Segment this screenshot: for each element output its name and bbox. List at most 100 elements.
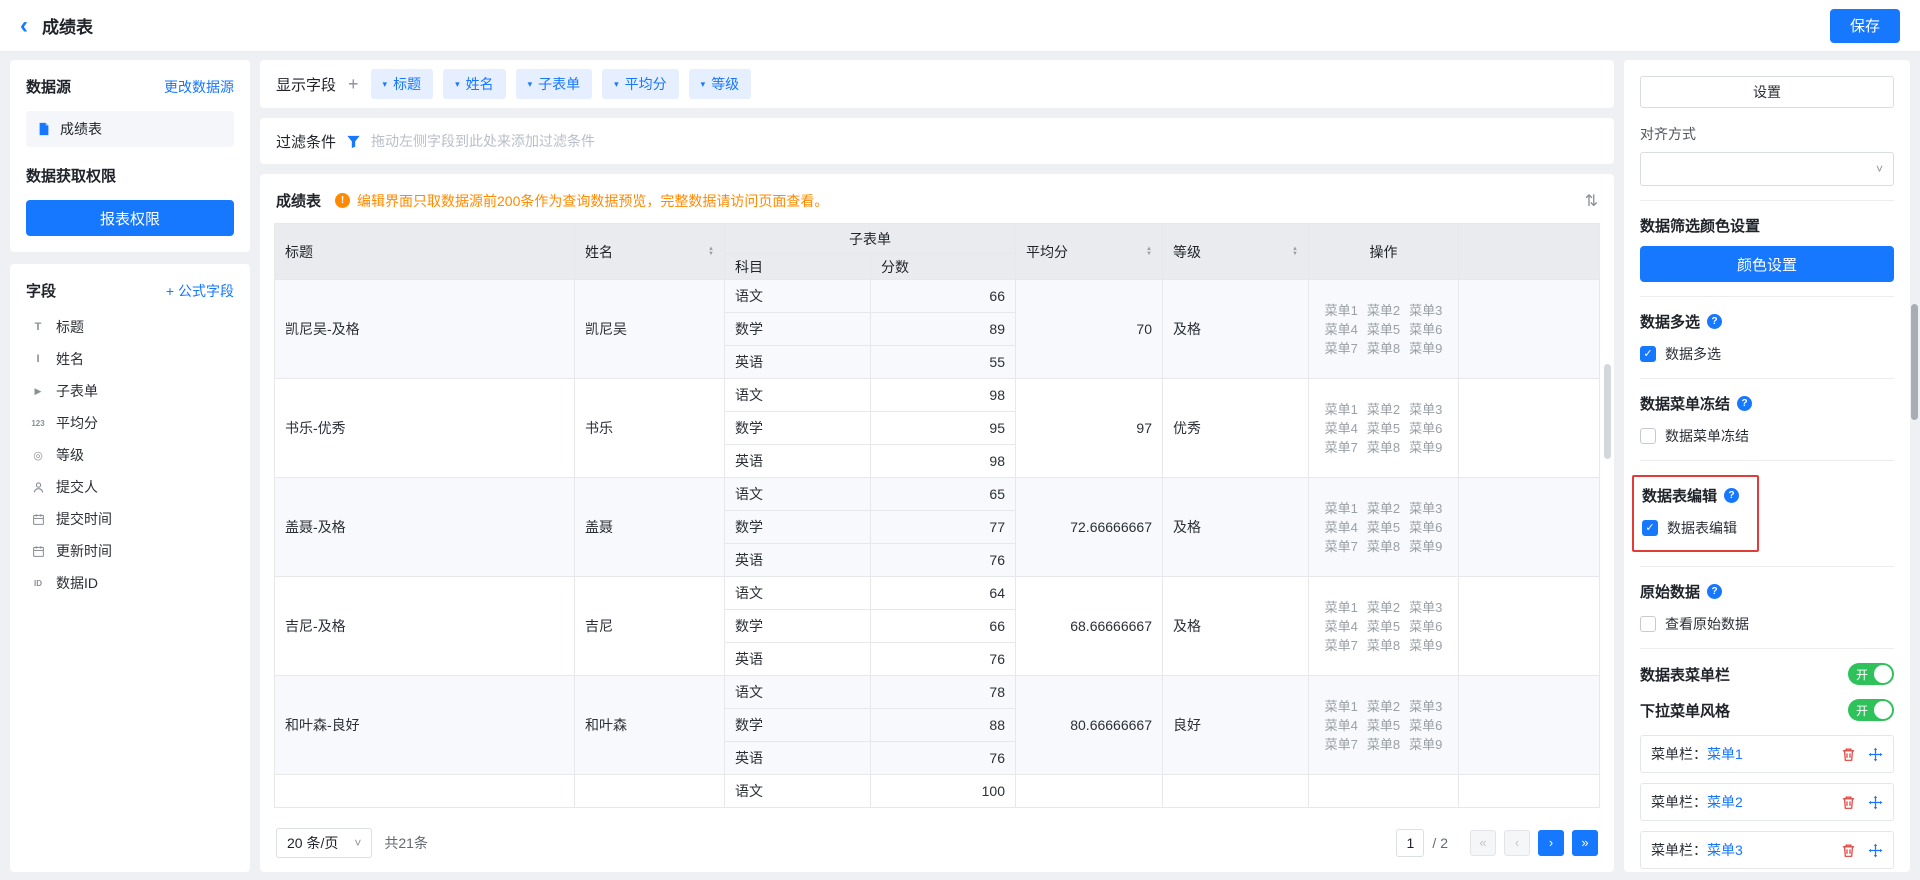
row-action-menu[interactable]: 菜单6: [1409, 518, 1442, 537]
row-action-menu[interactable]: 菜单7: [1325, 339, 1358, 358]
row-action-menu[interactable]: 菜单5: [1367, 716, 1400, 735]
trash-icon[interactable]: [1841, 747, 1856, 762]
panel-scrollbar[interactable]: [1911, 304, 1918, 420]
help-icon[interactable]: ?: [1737, 396, 1752, 411]
settings-button[interactable]: 设置: [1640, 76, 1894, 108]
sort-icon[interactable]: ▲▼: [1292, 247, 1298, 257]
datasource-item[interactable]: 成绩表: [26, 111, 234, 147]
checkbox-unchecked[interactable]: [1640, 428, 1656, 444]
checkbox-unchecked[interactable]: [1640, 616, 1656, 632]
row-action-menu[interactable]: 菜单2: [1367, 499, 1400, 518]
row-action-menu[interactable]: 菜单8: [1367, 636, 1400, 655]
display-field-tag[interactable]: ▾子表单: [516, 69, 593, 99]
row-action-menu[interactable]: 菜单2: [1367, 697, 1400, 716]
menu-freeze-checkbox-row[interactable]: 数据菜单冻结: [1640, 426, 1894, 446]
table-edit-checkbox-row[interactable]: ✓ 数据表编辑: [1642, 518, 1739, 538]
row-action-menu[interactable]: 菜单1: [1325, 598, 1358, 617]
filter-icon[interactable]: [346, 134, 361, 149]
row-action-menu[interactable]: 菜单1: [1325, 301, 1358, 320]
field-item[interactable]: T标题: [26, 311, 234, 343]
field-item[interactable]: I姓名: [26, 343, 234, 375]
row-action-menu[interactable]: 菜单9: [1409, 438, 1442, 457]
field-item[interactable]: ID数据ID: [26, 567, 234, 599]
move-icon[interactable]: [1868, 795, 1883, 810]
row-action-menu[interactable]: 菜单9: [1409, 735, 1442, 754]
row-action-menu[interactable]: 菜单3: [1409, 301, 1442, 320]
add-display-field-icon[interactable]: +: [348, 74, 359, 95]
add-formula-field-link[interactable]: + 公式字段: [166, 281, 234, 301]
row-action-menu[interactable]: 菜单3: [1409, 697, 1442, 716]
back-icon[interactable]: ‹: [20, 14, 28, 38]
trash-icon[interactable]: [1841, 795, 1856, 810]
first-page-button[interactable]: «: [1470, 830, 1496, 856]
row-action-menu[interactable]: 菜单2: [1367, 301, 1400, 320]
row-action-menu[interactable]: 菜单5: [1367, 419, 1400, 438]
row-action-menu[interactable]: 菜单9: [1409, 636, 1442, 655]
current-page-input[interactable]: 1: [1396, 829, 1424, 857]
display-field-tag[interactable]: ▾等级: [689, 69, 752, 99]
row-action-menu[interactable]: 菜单4: [1325, 518, 1358, 537]
row-action-menu[interactable]: 菜单7: [1325, 537, 1358, 556]
raw-data-checkbox-row[interactable]: 查看原始数据: [1640, 614, 1894, 634]
menu-item-link[interactable]: 菜单3: [1707, 840, 1743, 860]
filter-bar[interactable]: 过滤条件 拖动左侧字段到此处来添加过滤条件: [260, 118, 1614, 164]
sort-order-icon[interactable]: ⇅: [1585, 191, 1598, 211]
help-icon[interactable]: ?: [1707, 584, 1722, 599]
move-icon[interactable]: [1868, 843, 1883, 858]
change-datasource-link[interactable]: 更改数据源: [164, 77, 234, 97]
display-field-tag[interactable]: ▾标题: [371, 69, 434, 99]
row-action-menu[interactable]: 菜单4: [1325, 320, 1358, 339]
menu-item-link[interactable]: 菜单2: [1707, 792, 1743, 812]
save-button[interactable]: 保存: [1830, 9, 1900, 43]
row-action-menu[interactable]: 菜单8: [1367, 735, 1400, 754]
row-action-menu[interactable]: 菜单9: [1409, 537, 1442, 556]
row-action-menu[interactable]: 菜单4: [1325, 617, 1358, 636]
align-select[interactable]: ˅: [1640, 152, 1894, 186]
row-action-menu[interactable]: 菜单9: [1409, 339, 1442, 358]
field-item[interactable]: 123平均分: [26, 407, 234, 439]
sort-icon[interactable]: ▲▼: [708, 247, 714, 257]
field-item[interactable]: ◎等级: [26, 439, 234, 471]
row-action-menu[interactable]: 菜单8: [1367, 537, 1400, 556]
sort-icon[interactable]: ▲▼: [1146, 247, 1152, 257]
row-action-menu[interactable]: 菜单2: [1367, 400, 1400, 419]
next-page-button[interactable]: ›: [1538, 830, 1564, 856]
last-page-button[interactable]: »: [1572, 830, 1598, 856]
column-header-grade[interactable]: 等级▲▼: [1163, 224, 1309, 280]
row-action-menu[interactable]: 菜单3: [1409, 598, 1442, 617]
field-item[interactable]: 更新时间: [26, 535, 234, 567]
row-action-menu[interactable]: 菜单5: [1367, 518, 1400, 537]
row-action-menu[interactable]: 菜单5: [1367, 320, 1400, 339]
row-action-menu[interactable]: 菜单3: [1409, 400, 1442, 419]
row-action-menu[interactable]: 菜单7: [1325, 438, 1358, 457]
table-scrollbar[interactable]: [1604, 364, 1611, 459]
row-action-menu[interactable]: 菜单6: [1409, 419, 1442, 438]
menu-item-link[interactable]: 菜单1: [1707, 744, 1743, 764]
toggle-on[interactable]: 开: [1848, 699, 1894, 721]
row-action-menu[interactable]: 菜单8: [1367, 438, 1400, 457]
display-field-tag[interactable]: ▾姓名: [443, 69, 506, 99]
help-icon[interactable]: ?: [1724, 488, 1739, 503]
multi-select-checkbox-row[interactable]: ✓ 数据多选: [1640, 344, 1894, 364]
row-action-menu[interactable]: 菜单3: [1409, 499, 1442, 518]
row-action-menu[interactable]: 菜单1: [1325, 499, 1358, 518]
row-action-menu[interactable]: 菜单8: [1367, 339, 1400, 358]
row-action-menu[interactable]: 菜单1: [1325, 697, 1358, 716]
row-action-menu[interactable]: 菜单1: [1325, 400, 1358, 419]
column-header-name[interactable]: 姓名▲▼: [575, 224, 725, 280]
column-header-average[interactable]: 平均分▲▼: [1016, 224, 1163, 280]
toggle-on[interactable]: 开: [1848, 663, 1894, 685]
field-item[interactable]: 提交人: [26, 471, 234, 503]
row-action-menu[interactable]: 菜单6: [1409, 617, 1442, 636]
prev-page-button[interactable]: ‹: [1504, 830, 1530, 856]
row-action-menu[interactable]: 菜单4: [1325, 419, 1358, 438]
row-action-menu[interactable]: 菜单4: [1325, 716, 1358, 735]
help-icon[interactable]: ?: [1707, 314, 1722, 329]
checkbox-checked[interactable]: ✓: [1640, 346, 1656, 362]
row-action-menu[interactable]: 菜单7: [1325, 636, 1358, 655]
row-action-menu[interactable]: 菜单6: [1409, 320, 1442, 339]
row-action-menu[interactable]: 菜单5: [1367, 617, 1400, 636]
display-field-tag[interactable]: ▾平均分: [602, 69, 679, 99]
row-action-menu[interactable]: 菜单6: [1409, 716, 1442, 735]
move-icon[interactable]: [1868, 747, 1883, 762]
